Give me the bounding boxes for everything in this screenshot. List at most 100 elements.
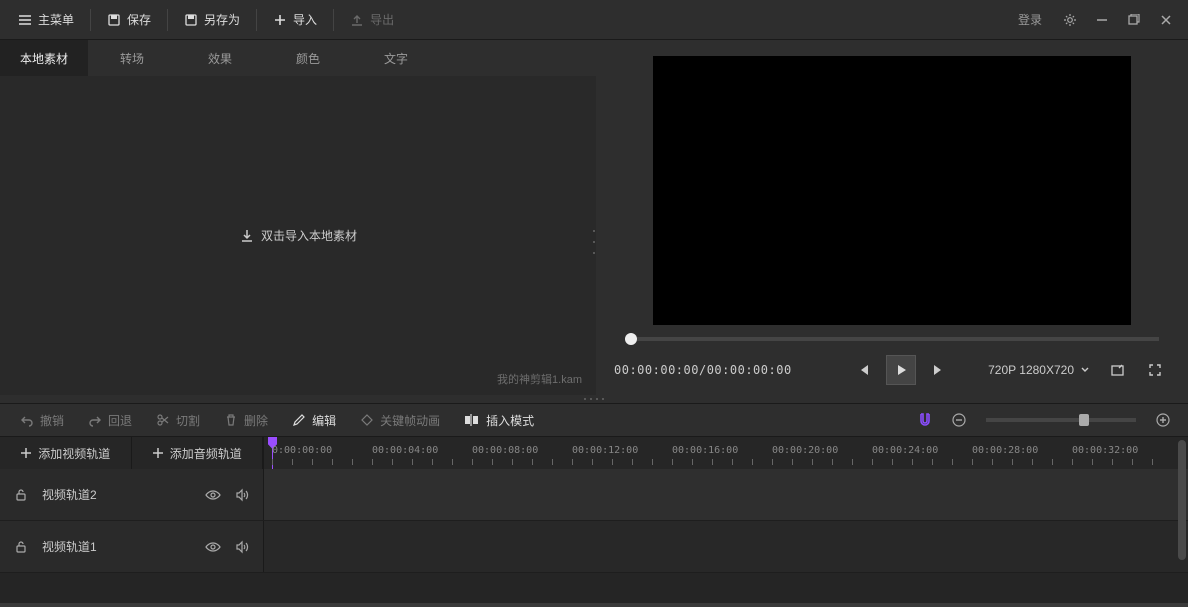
lock-icon[interactable]: [14, 488, 28, 502]
vertical-resize-handle[interactable]: [0, 395, 1188, 403]
import-button[interactable]: 导入: [261, 5, 329, 34]
track-body[interactable]: [264, 521, 1188, 572]
eye-icon[interactable]: [205, 540, 221, 554]
delete-button[interactable]: 删除: [214, 408, 278, 433]
ruler-tick: 0:00:00:00: [272, 445, 332, 456]
zoom-thumb[interactable]: [1079, 414, 1089, 426]
download-icon: [239, 229, 253, 243]
pencil-icon: [292, 413, 306, 427]
ruler-mark: [892, 459, 893, 465]
login-button[interactable]: 登录: [1006, 5, 1054, 34]
keyframe-icon: [360, 413, 374, 427]
zoom-slider[interactable]: [986, 418, 1136, 422]
plus-icon: [152, 447, 164, 459]
settings-button[interactable]: [1054, 4, 1086, 36]
track-name: 视频轨道2: [42, 486, 191, 503]
timeline-header: 添加视频轨道 添加音频轨道 0:00:00:0000:00:04:0000:00…: [0, 437, 1188, 469]
ruler-tick: 00:00:28:00: [972, 445, 1038, 456]
resolution-select[interactable]: 720P 1280X720: [984, 363, 1094, 377]
maximize-icon: [1128, 14, 1140, 26]
speaker-icon[interactable]: [235, 540, 249, 554]
ruler-mark: [1052, 459, 1053, 465]
add-video-track-button[interactable]: 添加视频轨道: [0, 437, 132, 469]
chevron-down-icon: [1080, 365, 1090, 375]
add-video-track-label: 添加视频轨道: [38, 445, 110, 462]
prev-frame-button[interactable]: [848, 355, 878, 385]
ruler-mark: [492, 459, 493, 465]
media-drop-zone[interactable]: 双击导入本地素材: [0, 76, 596, 395]
vertical-scrollbar[interactable]: [1178, 440, 1186, 560]
skip-forward-icon: [932, 363, 946, 377]
media-drop-hint: 双击导入本地素材: [261, 227, 357, 244]
cut-button[interactable]: 切割: [146, 408, 210, 433]
zoom-in-button[interactable]: [1148, 405, 1178, 435]
ruler-mark: [372, 459, 373, 465]
lock-icon[interactable]: [14, 540, 28, 554]
maximize-button[interactable]: [1118, 4, 1150, 36]
snapshot-button[interactable]: [1102, 355, 1132, 385]
ruler-mark: [452, 459, 453, 465]
ruler-tick: 00:00:32:00: [1072, 445, 1138, 456]
undo-button[interactable]: 撤销: [10, 408, 74, 433]
ruler-tick: 00:00:24:00: [872, 445, 938, 456]
ruler-mark: [872, 459, 873, 465]
keyframe-button[interactable]: 关键帧动画: [350, 408, 450, 433]
edit-button[interactable]: 编辑: [282, 408, 346, 433]
export-button[interactable]: 导出: [338, 5, 406, 34]
resolution-label: 720P 1280X720: [988, 363, 1074, 377]
tab-text[interactable]: 文字: [352, 40, 440, 76]
redo-icon: [88, 413, 102, 427]
video-preview[interactable]: [653, 56, 1131, 325]
ruler-mark: [332, 459, 333, 465]
track-row: 视频轨道2: [0, 469, 1188, 521]
ruler-mark: [812, 459, 813, 465]
track-head: 视频轨道2: [0, 469, 264, 520]
undo-label: 撤销: [40, 412, 64, 429]
magnet-button[interactable]: [910, 405, 940, 435]
cut-label: 切割: [176, 412, 200, 429]
ruler-mark: [352, 459, 353, 465]
tab-label: 文字: [384, 50, 408, 67]
eye-icon[interactable]: [205, 488, 221, 502]
track-body[interactable]: [264, 469, 1188, 520]
redo-button[interactable]: 回退: [78, 408, 142, 433]
save-as-icon: [184, 13, 198, 27]
ruler-mark: [432, 459, 433, 465]
panel-resize-handle[interactable]: [593, 230, 599, 254]
media-panel: 本地素材 转场 效果 颜色 文字 双击导入本地素材 我的神剪辑1.kam: [0, 40, 596, 395]
main-menu-button[interactable]: 主菜单: [6, 5, 86, 34]
timeline-ruler[interactable]: 0:00:00:0000:00:04:0000:00:08:0000:00:12…: [264, 437, 1188, 469]
minimize-button[interactable]: [1086, 4, 1118, 36]
next-frame-button[interactable]: [924, 355, 954, 385]
tab-local-media[interactable]: 本地素材: [0, 40, 88, 76]
play-button[interactable]: [886, 355, 916, 385]
export-label: 导出: [370, 11, 394, 28]
ruler-mark: [692, 459, 693, 465]
keyframe-label: 关键帧动画: [380, 412, 440, 429]
ruler-mark: [1132, 459, 1133, 465]
ruler-mark: [1152, 459, 1153, 465]
speaker-icon[interactable]: [235, 488, 249, 502]
insert-mode-button[interactable]: 插入模式: [454, 408, 544, 433]
ruler-mark: [832, 459, 833, 465]
progress-thumb[interactable]: [625, 333, 637, 345]
add-audio-track-button[interactable]: 添加音频轨道: [132, 437, 264, 469]
save-as-button[interactable]: 另存为: [172, 5, 252, 34]
ruler-mark: [612, 459, 613, 465]
fullscreen-button[interactable]: [1140, 355, 1170, 385]
tab-color[interactable]: 颜色: [264, 40, 352, 76]
titlebar: 主菜单 保存 另存为 导入 导出 登录: [0, 0, 1188, 40]
ruler-mark: [1112, 459, 1113, 465]
tab-label: 本地素材: [20, 50, 68, 67]
zoom-out-button[interactable]: [944, 405, 974, 435]
track-row: 视频轨道1: [0, 521, 1188, 573]
tab-transition[interactable]: 转场: [88, 40, 176, 76]
preview-progress-bar[interactable]: [625, 337, 1159, 341]
tab-effect[interactable]: 效果: [176, 40, 264, 76]
save-button[interactable]: 保存: [95, 5, 163, 34]
tracks-container: 视频轨道2 视频轨道1: [0, 469, 1188, 603]
ruler-mark: [792, 459, 793, 465]
tab-label: 效果: [208, 50, 232, 67]
close-button[interactable]: [1150, 4, 1182, 36]
play-icon: [894, 363, 908, 377]
